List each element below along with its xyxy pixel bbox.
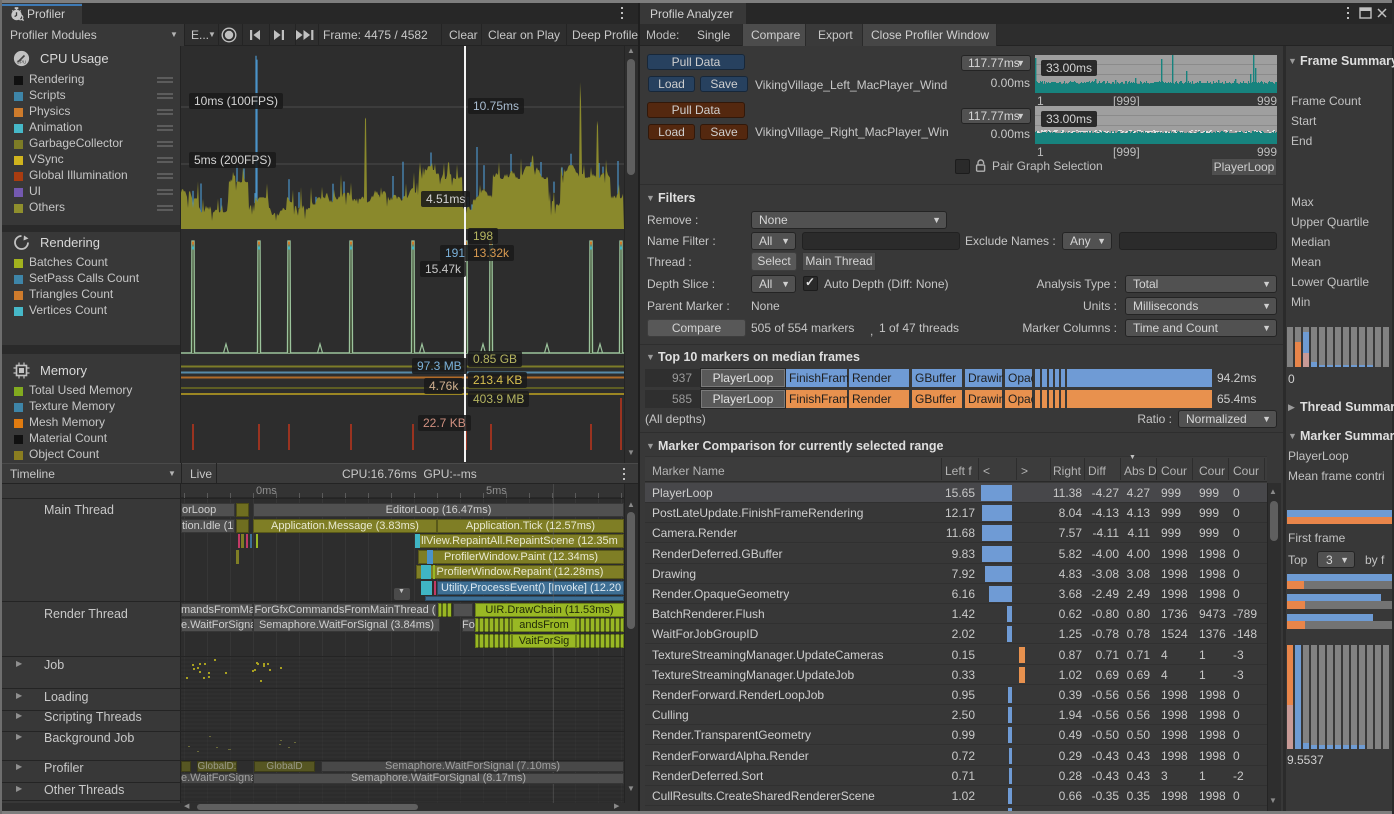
svg-text:CPU: CPU <box>17 60 27 65</box>
